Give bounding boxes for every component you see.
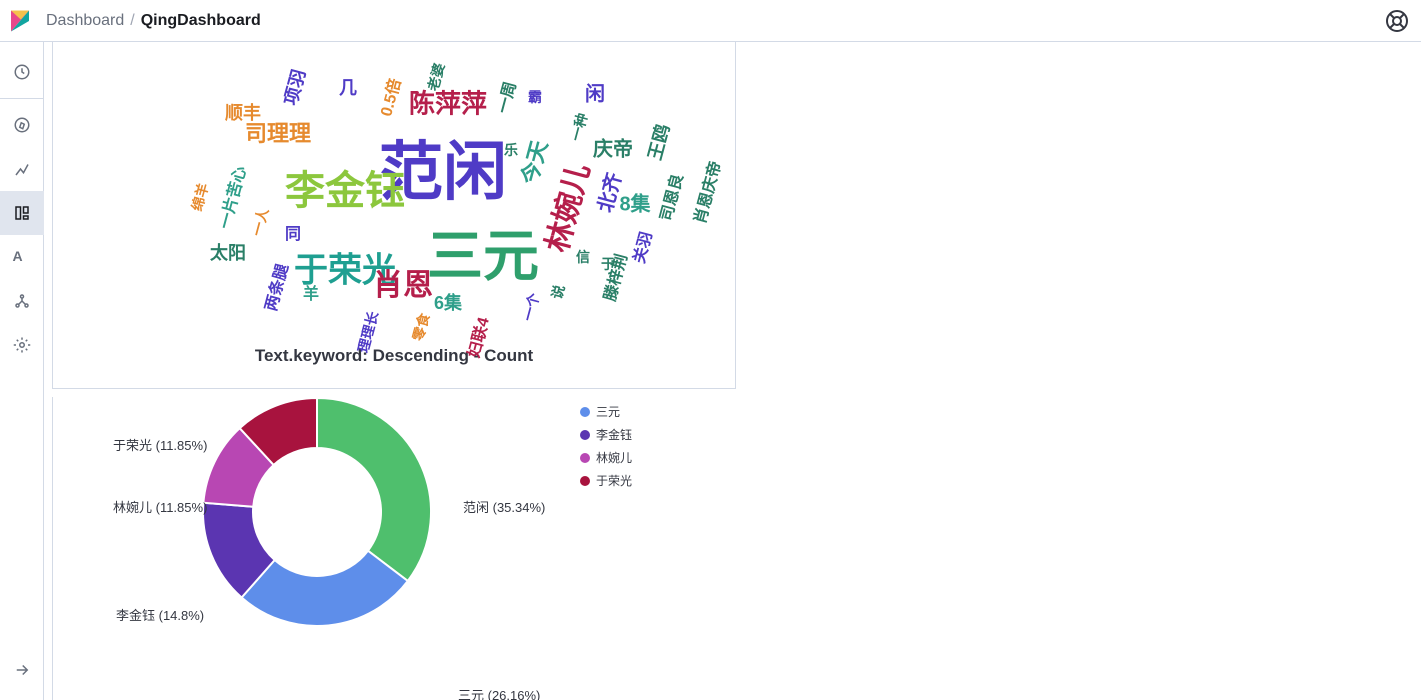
wordcloud-word[interactable]: 信 (576, 247, 590, 267)
wordcloud-word[interactable]: 肖恩 (373, 260, 433, 304)
nav-collapse[interactable] (0, 648, 44, 692)
wordcloud-word[interactable]: 闲 (585, 78, 605, 107)
donut-chart[interactable]: 范闲 (35.34%) 三元 (26.16%) 李金钰 (14.8%) 林婉儿 … (53, 397, 580, 627)
sidebar: A (0, 42, 44, 700)
wordcloud-word[interactable]: 三元 (427, 212, 539, 293)
nav-canvas[interactable]: A (0, 235, 44, 279)
wordcloud-word[interactable]: 王鸥 (641, 121, 675, 163)
donut-label-sanyuan: 三元 (26.16%) (458, 685, 540, 700)
header: Dashboard / QingDashboard (0, 0, 1421, 42)
wordcloud-word[interactable]: 庆帝 (593, 133, 633, 162)
wordcloud-caption: Text.keyword: Descending - Count (53, 342, 735, 376)
wordcloud-word[interactable]: 一片苦心 (211, 163, 251, 231)
wordcloud-word[interactable]: 顺丰 (225, 99, 261, 125)
nav-recent[interactable] (0, 50, 44, 94)
nav-dashboard[interactable] (0, 191, 44, 235)
wordcloud-word[interactable]: 羊 (303, 280, 319, 304)
legend-item[interactable]: 三元 (580, 403, 720, 420)
wordcloud-word[interactable]: 关羽 (625, 228, 656, 265)
donut-label-linwaner: 林婉儿 (11.85%) (113, 497, 207, 516)
panel-wordcloud: 范闲三元李金钰于荣光林婉儿肖恩陈萍萍今天北齐司理理庆帝王鸥滕梓荆8集司恩良肖恩庆… (52, 42, 736, 389)
wordcloud-word[interactable]: 霸 (528, 87, 542, 107)
wordcloud-word[interactable]: 项羽 (277, 66, 311, 108)
wordcloud-word[interactable]: 一个 (518, 291, 545, 323)
breadcrumb-sep: / (130, 12, 134, 30)
dashboard-content: 范闲三元李金钰于荣光林婉儿肖恩陈萍萍今天北齐司理理庆帝王鸥滕梓荆8集司恩良肖恩庆… (44, 42, 1421, 700)
wordcloud-word[interactable]: 8集 (619, 188, 650, 217)
wordcloud-word[interactable]: 乐 (504, 140, 518, 160)
wordcloud-word[interactable]: 同 (285, 220, 301, 244)
wordcloud-word[interactable]: 说 (547, 283, 570, 302)
nav-settings[interactable] (0, 323, 44, 367)
donut-label-fanxian: 范闲 (35.34%) (463, 497, 545, 516)
donut-legend: 三元李金钰林婉儿于荣光 (580, 397, 730, 495)
wordcloud-word[interactable]: 一种 (566, 111, 593, 143)
breadcrumb: Dashboard / QingDashboard (46, 12, 261, 30)
donut-label-lijinyu: 李金钰 (14.8%) (116, 605, 204, 624)
help-icon[interactable] (1385, 9, 1409, 33)
wordcloud-word[interactable]: 肖恩庆帝 (686, 158, 726, 226)
panel-donut: 范闲 (35.34%) 三元 (26.16%) 李金钰 (14.8%) 林婉儿 … (52, 397, 730, 700)
wordcloud-word[interactable]: 今天 (512, 137, 554, 188)
nav-ml[interactable] (0, 279, 44, 323)
wordcloud-word[interactable]: 两条腿 (257, 261, 293, 314)
legend-item[interactable]: 林婉儿 (580, 449, 720, 466)
wordcloud-word[interactable]: 李金钰 (285, 158, 405, 216)
wordcloud-word[interactable]: 于 (601, 254, 615, 274)
wordcloud-word[interactable]: 零食 (408, 311, 435, 343)
kibana-logo[interactable] (8, 9, 32, 33)
wordcloud-word[interactable]: 0.5倍 (372, 75, 405, 118)
wordcloud-word[interactable]: 太阳 (210, 239, 246, 265)
breadcrumb-root[interactable]: Dashboard (46, 12, 124, 30)
nav-visualize[interactable] (0, 147, 44, 191)
wordcloud-word[interactable]: 陈萍萍 (409, 84, 487, 121)
nav-discover[interactable] (0, 103, 44, 147)
wordcloud-word[interactable]: 6集 (434, 289, 462, 315)
legend-item[interactable]: 李金钰 (580, 426, 720, 443)
wordcloud-word[interactable]: 一周 (489, 78, 520, 115)
breadcrumb-current[interactable]: QingDashboard (141, 12, 261, 30)
wordcloud-word[interactable]: 一人 (247, 206, 274, 238)
wordcloud-word[interactable]: 几 (339, 74, 357, 100)
wordcloud-word[interactable]: 司恩良 (652, 171, 688, 224)
donut-label-yurongguang: 于荣光 (11.85%) (113, 435, 207, 454)
legend-item[interactable]: 于荣光 (580, 472, 720, 489)
wordcloud-word[interactable]: 绵羊 (187, 181, 214, 213)
wordcloud-plot[interactable]: 范闲三元李金钰于荣光林婉儿肖恩陈萍萍今天北齐司理理庆帝王鸥滕梓荆8集司恩良肖恩庆… (53, 42, 735, 342)
